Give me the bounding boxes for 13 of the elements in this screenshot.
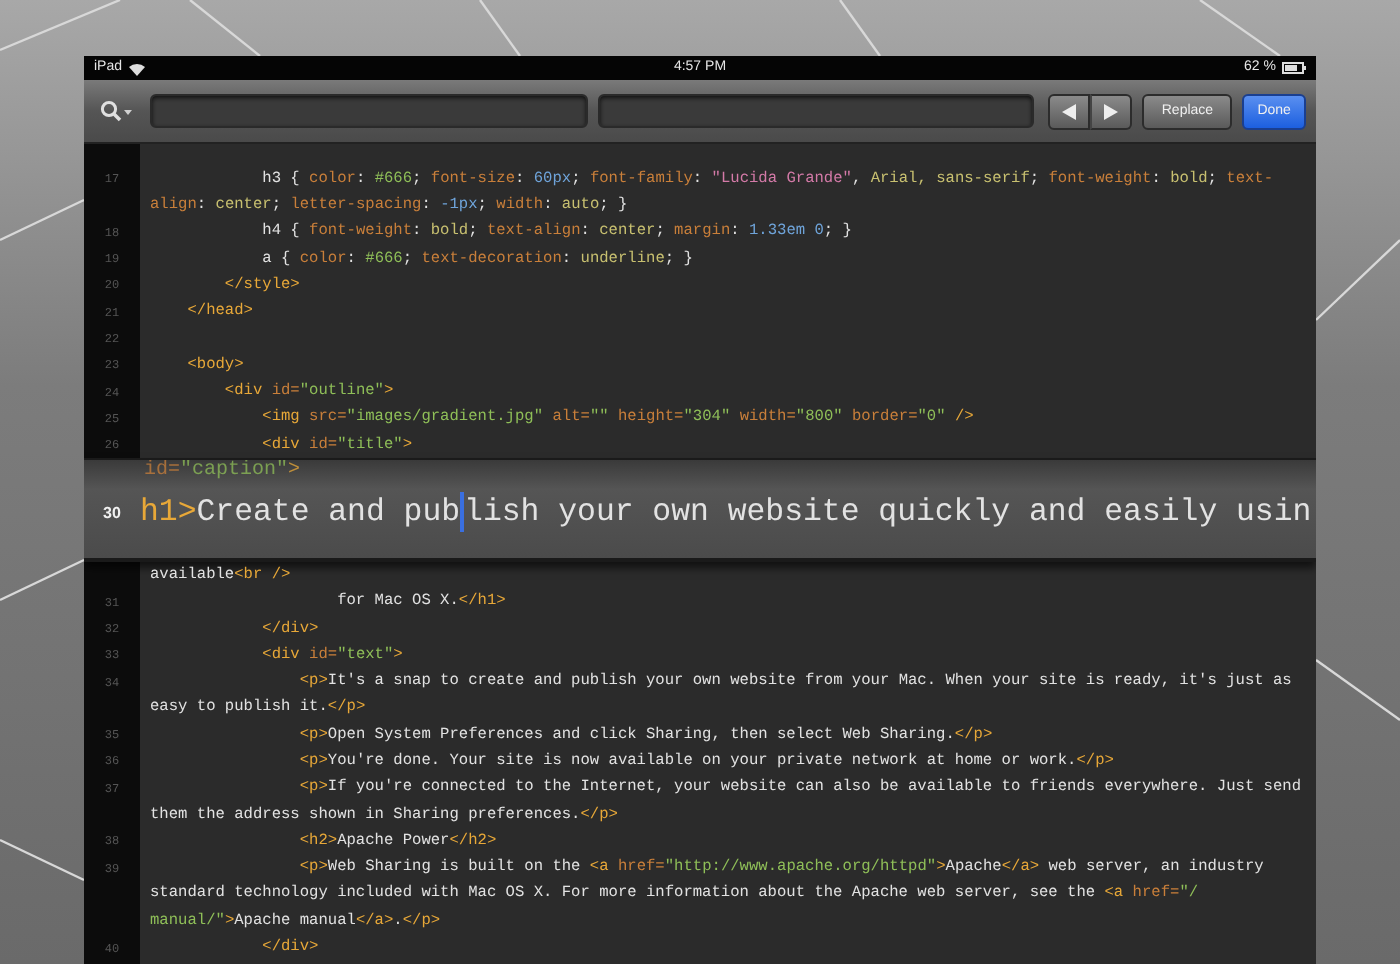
code-line: id="caption"> bbox=[142, 460, 303, 483]
next-button[interactable] bbox=[1090, 93, 1133, 129]
left-triangle-icon bbox=[1062, 103, 1077, 119]
replace-field[interactable] bbox=[597, 94, 1035, 128]
code-line: h1>Create and pub lish your own website quickly and easily usin bbox=[140, 492, 1312, 533]
right-triangle-icon bbox=[1104, 103, 1119, 119]
search-icon[interactable] bbox=[100, 100, 132, 122]
line-number: 30 bbox=[101, 503, 123, 522]
battery-icon bbox=[1281, 62, 1306, 74]
text-cursor bbox=[460, 492, 465, 533]
previous-button[interactable] bbox=[1048, 93, 1091, 129]
wifi-icon bbox=[128, 61, 147, 75]
find-field[interactable] bbox=[150, 94, 588, 128]
